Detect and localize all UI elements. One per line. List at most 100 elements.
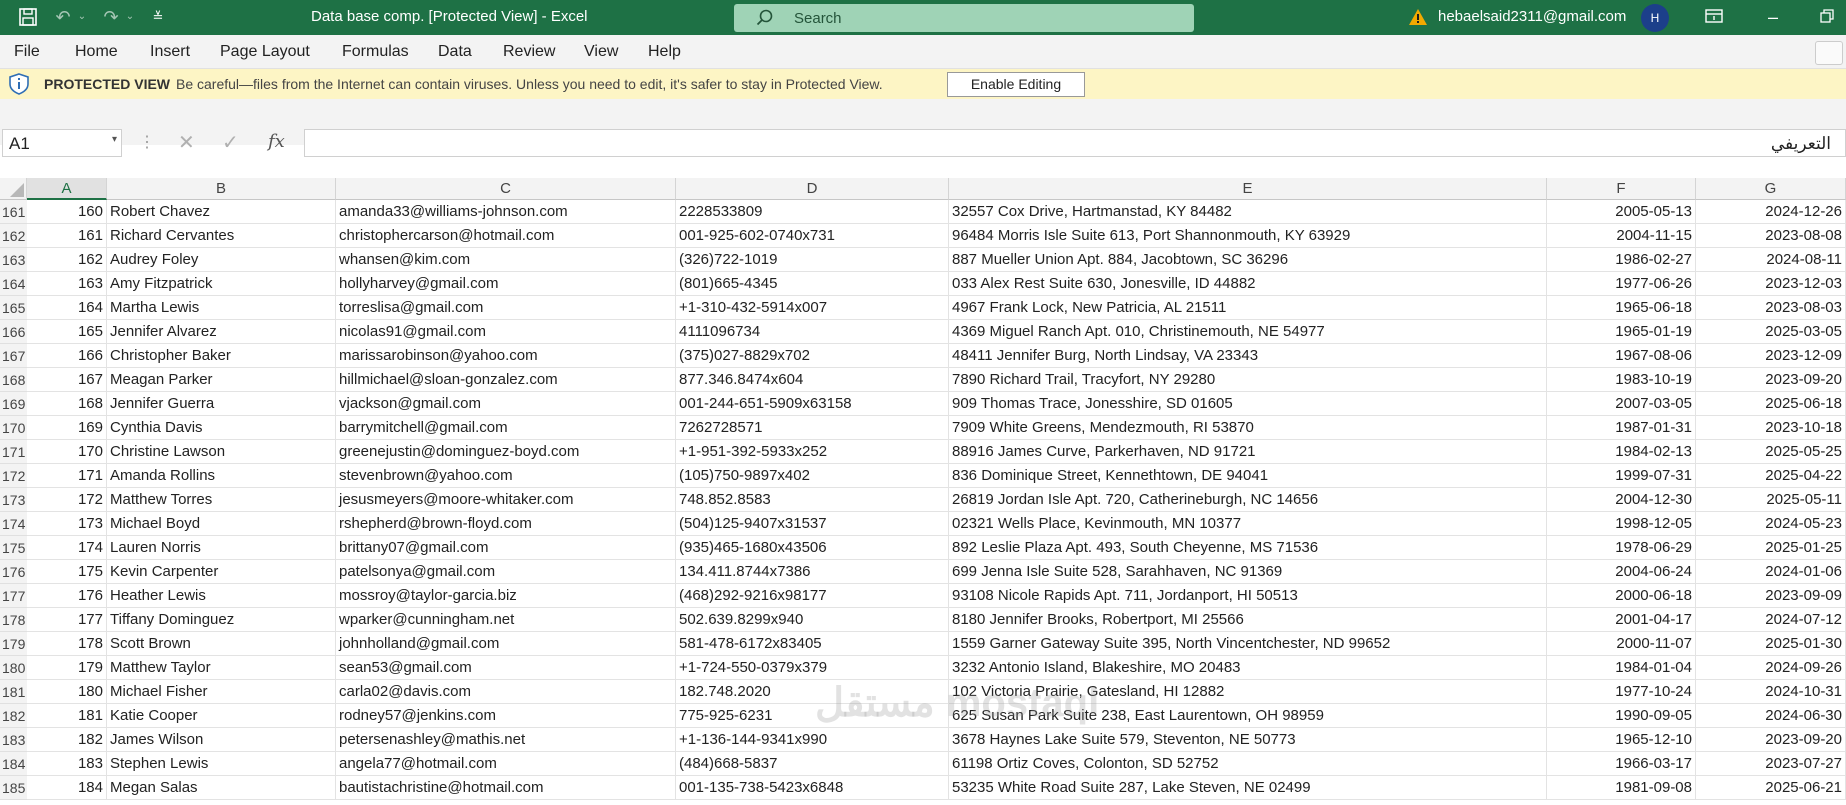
cell-f[interactable]: 1977-10-24 — [1547, 680, 1696, 704]
more-options-icon[interactable]: ⋮ — [139, 132, 155, 152]
cell-d[interactable]: (801)665-4345 — [676, 272, 949, 296]
cell-c[interactable]: brittany07@gmail.com — [336, 536, 676, 560]
cell-c[interactable]: sean53@gmail.com — [336, 656, 676, 680]
cell-d[interactable]: (935)465-1680x43506 — [676, 536, 949, 560]
cell-b[interactable]: Matthew Taylor — [107, 656, 336, 680]
cell-a[interactable]: 174 — [27, 536, 107, 560]
cell-c[interactable]: stevenbrown@yahoo.com — [336, 464, 676, 488]
cell-g[interactable]: 2025-04-22 — [1696, 464, 1846, 488]
cell-f[interactable]: 1999-07-31 — [1547, 464, 1696, 488]
cell-g[interactable]: 2023-09-20 — [1696, 368, 1846, 392]
tab-help[interactable]: Help — [648, 43, 681, 61]
cell-e[interactable]: 96484 Morris Isle Suite 613, Port Shanno… — [949, 224, 1547, 248]
cell-c[interactable]: angela77@hotmail.com — [336, 752, 676, 776]
cell-g[interactable]: 2025-01-25 — [1696, 536, 1846, 560]
account-email[interactable]: hebaelsaid2311@gmail.com — [1438, 8, 1626, 25]
cell-b[interactable]: Katie Cooper — [107, 704, 336, 728]
row-header[interactable]: 166 — [0, 320, 27, 344]
cell-b[interactable]: Stephen Lewis — [107, 752, 336, 776]
cell-f[interactable]: 1986-02-27 — [1547, 248, 1696, 272]
cell-b[interactable]: Christopher Baker — [107, 344, 336, 368]
row-header[interactable]: 175 — [0, 536, 27, 560]
cell-g[interactable]: 2023-08-08 — [1696, 224, 1846, 248]
search-box[interactable]: Search — [734, 4, 1194, 32]
cell-e[interactable]: 48411 Jennifer Burg, North Lindsay, VA 2… — [949, 344, 1547, 368]
cell-c[interactable]: christophercarson@hotmail.com — [336, 224, 676, 248]
cell-b[interactable]: Amy Fitzpatrick — [107, 272, 336, 296]
cell-b[interactable]: Scott Brown — [107, 632, 336, 656]
cell-e[interactable]: 02321 Wells Place, Kevinmouth, MN 10377 — [949, 512, 1547, 536]
cell-f[interactable]: 1990-09-05 — [1547, 704, 1696, 728]
cell-c[interactable]: petersenashley@mathis.net — [336, 728, 676, 752]
tab-view[interactable]: View — [584, 43, 618, 61]
cell-f[interactable]: 1967-08-06 — [1547, 344, 1696, 368]
tab-file[interactable]: File — [14, 43, 40, 61]
cell-c[interactable]: carla02@davis.com — [336, 680, 676, 704]
row-header[interactable]: 168 — [0, 368, 27, 392]
cell-a[interactable]: 162 — [27, 248, 107, 272]
cell-f[interactable]: 2005-05-13 — [1547, 200, 1696, 224]
cell-e[interactable]: 32557 Cox Drive, Hartmanstad, KY 84482 — [949, 200, 1547, 224]
cell-d[interactable]: 748.852.8583 — [676, 488, 949, 512]
cell-a[interactable]: 184 — [27, 776, 107, 800]
cell-f[interactable]: 1998-12-05 — [1547, 512, 1696, 536]
row-header[interactable]: 182 — [0, 704, 27, 728]
cell-b[interactable]: Heather Lewis — [107, 584, 336, 608]
cell-d[interactable]: (326)722-1019 — [676, 248, 949, 272]
cell-a[interactable]: 163 — [27, 272, 107, 296]
cell-c[interactable]: marissarobinson@yahoo.com — [336, 344, 676, 368]
cell-a[interactable]: 170 — [27, 440, 107, 464]
cell-g[interactable]: 2025-06-21 — [1696, 776, 1846, 800]
row-header[interactable]: 177 — [0, 584, 27, 608]
cell-g[interactable]: 2024-08-11 — [1696, 248, 1846, 272]
cell-g[interactable]: 2024-07-12 — [1696, 608, 1846, 632]
row-header[interactable]: 179 — [0, 632, 27, 656]
cell-g[interactable]: 2023-08-03 — [1696, 296, 1846, 320]
cell-f[interactable]: 1987-01-31 — [1547, 416, 1696, 440]
cell-b[interactable]: Michael Fisher — [107, 680, 336, 704]
cell-c[interactable]: wparker@cunningham.net — [336, 608, 676, 632]
cell-f[interactable]: 2007-03-05 — [1547, 392, 1696, 416]
cell-a[interactable]: 169 — [27, 416, 107, 440]
cell-g[interactable]: 2023-10-18 — [1696, 416, 1846, 440]
cell-f[interactable]: 2000-06-18 — [1547, 584, 1696, 608]
cell-a[interactable]: 171 — [27, 464, 107, 488]
cell-a[interactable]: 161 — [27, 224, 107, 248]
tab-formulas[interactable]: Formulas — [342, 43, 409, 61]
tab-page-layout[interactable]: Page Layout — [220, 43, 310, 61]
row-header[interactable]: 165 — [0, 296, 27, 320]
tab-review[interactable]: Review — [503, 43, 555, 61]
cell-b[interactable]: Richard Cervantes — [107, 224, 336, 248]
select-all-corner[interactable] — [0, 178, 27, 200]
cell-e[interactable]: 033 Alex Rest Suite 630, Jonesville, ID … — [949, 272, 1547, 296]
cell-a[interactable]: 180 — [27, 680, 107, 704]
cell-e[interactable]: 61198 Ortiz Coves, Colonton, SD 52752 — [949, 752, 1547, 776]
cell-a[interactable]: 183 — [27, 752, 107, 776]
row-header[interactable]: 169 — [0, 392, 27, 416]
cell-g[interactable]: 2023-09-09 — [1696, 584, 1846, 608]
cell-c[interactable]: torreslisa@gmail.com — [336, 296, 676, 320]
cell-b[interactable]: Michael Boyd — [107, 512, 336, 536]
cell-e[interactable]: 699 Jenna Isle Suite 528, Sarahhaven, NC… — [949, 560, 1547, 584]
cell-c[interactable]: rshepherd@brown-floyd.com — [336, 512, 676, 536]
cell-c[interactable]: patelsonya@gmail.com — [336, 560, 676, 584]
column-header-d[interactable]: D — [676, 178, 949, 200]
cell-c[interactable]: vjackson@gmail.com — [336, 392, 676, 416]
cell-e[interactable]: 3678 Haynes Lake Suite 579, Steventon, N… — [949, 728, 1547, 752]
cell-d[interactable]: 001-244-651-5909x63158 — [676, 392, 949, 416]
cell-g[interactable]: 2024-01-06 — [1696, 560, 1846, 584]
column-header-g[interactable]: G — [1696, 178, 1846, 200]
cell-g[interactable]: 2025-06-18 — [1696, 392, 1846, 416]
cell-e[interactable]: 93108 Nicole Rapids Apt. 711, Jordanport… — [949, 584, 1547, 608]
cell-a[interactable]: 182 — [27, 728, 107, 752]
cell-d[interactable]: (375)027-8829x702 — [676, 344, 949, 368]
tab-data[interactable]: Data — [438, 43, 472, 61]
cell-e[interactable]: 3232 Antonio Island, Blakeshire, MO 2048… — [949, 656, 1547, 680]
cell-b[interactable]: Megan Salas — [107, 776, 336, 800]
cell-d[interactable]: +1-951-392-5933x252 — [676, 440, 949, 464]
row-header[interactable]: 176 — [0, 560, 27, 584]
cell-f[interactable]: 2004-11-15 — [1547, 224, 1696, 248]
cell-f[interactable]: 1978-06-29 — [1547, 536, 1696, 560]
cell-c[interactable]: jesusmeyers@moore-whitaker.com — [336, 488, 676, 512]
cell-b[interactable]: Robert Chavez — [107, 200, 336, 224]
